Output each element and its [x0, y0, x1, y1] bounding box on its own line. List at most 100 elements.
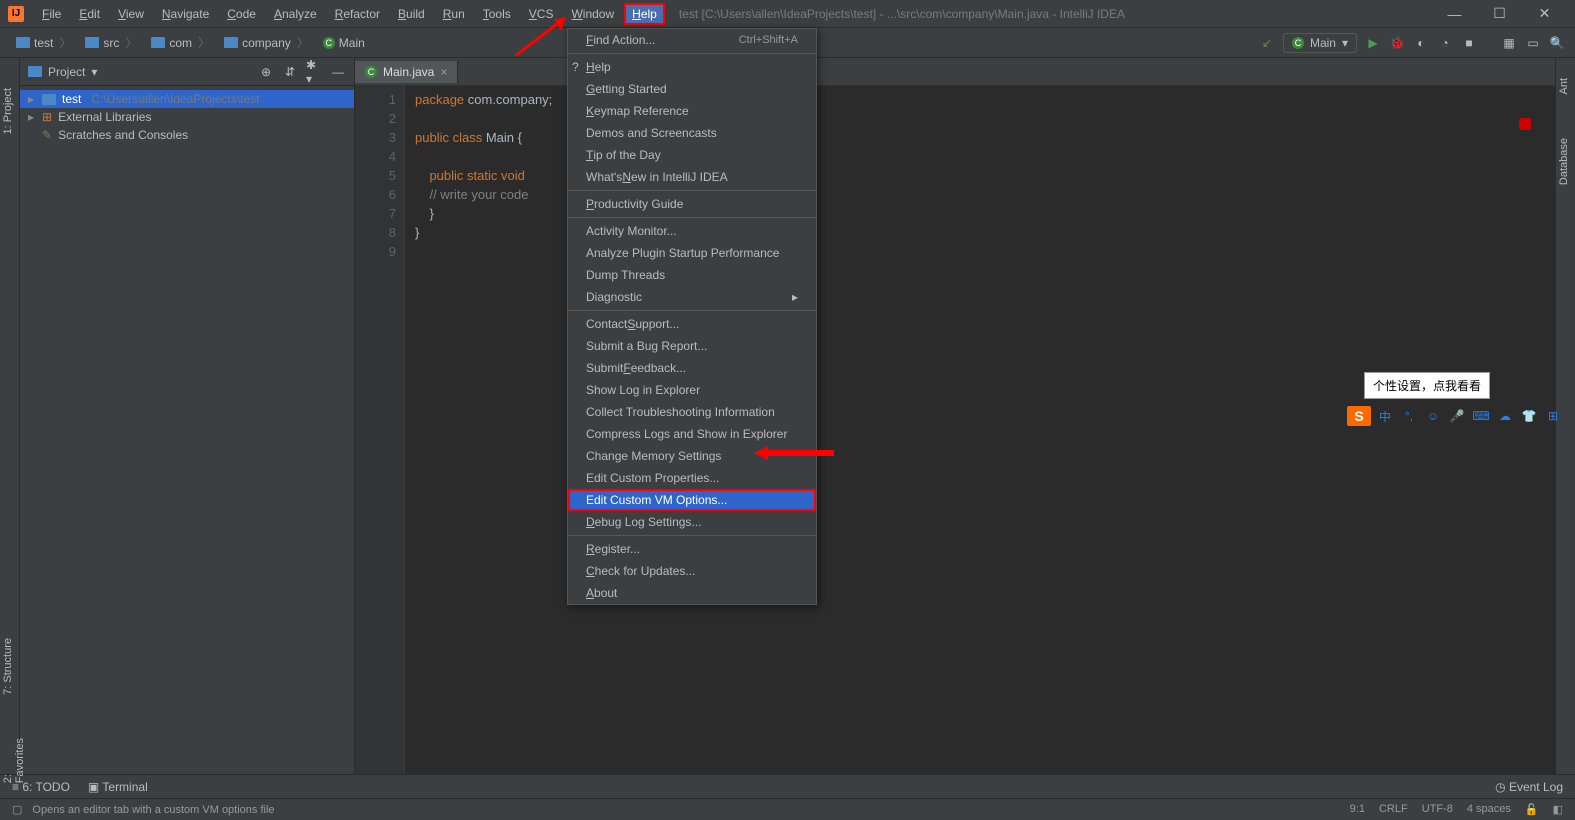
- collapse-icon[interactable]: ⇵: [282, 64, 298, 80]
- status-bar: ▢ Opens an editor tab with a custom VM o…: [0, 798, 1575, 820]
- ime-icon-6[interactable]: ☁: [1495, 406, 1515, 426]
- help-item-debug-log-settings[interactable]: Debug Log Settings...: [568, 511, 816, 533]
- file-encoding[interactable]: UTF-8: [1422, 803, 1453, 816]
- settings-icon[interactable]: ✱ ▾: [306, 64, 322, 80]
- code-content[interactable]: package com.company; public class Main {…: [405, 86, 552, 774]
- menu-help[interactable]: Help: [624, 3, 665, 25]
- help-item-about[interactable]: About: [568, 582, 816, 604]
- project-structure-icon[interactable]: ▭: [1525, 35, 1541, 51]
- project-tree[interactable]: ▸testC:\Users\allen\IdeaProjects\test▸⊞E…: [20, 86, 354, 148]
- menu-run[interactable]: Run: [435, 3, 473, 25]
- project-panel-title[interactable]: Project ▾: [28, 65, 97, 79]
- menu-vcs[interactable]: VCS: [521, 3, 562, 25]
- breadcrumb-main[interactable]: CMain: [317, 34, 371, 52]
- ime-icon-2[interactable]: °,: [1399, 406, 1419, 426]
- menu-refactor[interactable]: Refactor: [327, 3, 388, 25]
- search-everywhere-icon[interactable]: 🔍: [1549, 35, 1565, 51]
- tool-tab-terminal[interactable]: ▣ Terminal: [88, 780, 148, 794]
- status-hint: Opens an editor tab with a custom VM opt…: [32, 804, 274, 816]
- tool-tab-database[interactable]: Database: [1558, 138, 1570, 185]
- help-item-getting-started[interactable]: Getting Started: [568, 78, 816, 100]
- tool-tab-event-log[interactable]: ◷ Event Log: [1495, 780, 1563, 794]
- help-item-collect-troubleshooting-information[interactable]: Collect Troubleshooting Information: [568, 401, 816, 423]
- ime-icon-8[interactable]: ⊞: [1543, 406, 1563, 426]
- menu-code[interactable]: Code: [219, 3, 264, 25]
- ide-settings-icon[interactable]: ▦: [1501, 35, 1517, 51]
- tool-tab-ant[interactable]: Ant: [1558, 78, 1570, 95]
- menu-edit[interactable]: Edit: [71, 3, 108, 25]
- help-item-submit-feedback[interactable]: Submit Feedback...: [568, 357, 816, 379]
- help-item-help[interactable]: ?Help: [568, 56, 816, 78]
- help-item-demos-and-screencasts[interactable]: Demos and Screencasts: [568, 122, 816, 144]
- help-item-edit-custom-vm-options[interactable]: Edit Custom VM Options...: [568, 489, 816, 511]
- help-item-analyze-plugin-startup-performance[interactable]: Analyze Plugin Startup Performance: [568, 242, 816, 264]
- tree-row[interactable]: ▸⊞External Libraries: [20, 108, 354, 126]
- menu-view[interactable]: View: [110, 3, 152, 25]
- tool-tab-favorites[interactable]: 2: Favorites: [2, 738, 26, 783]
- help-item-activity-monitor[interactable]: Activity Monitor...: [568, 220, 816, 242]
- hide-panel-icon[interactable]: —: [330, 64, 346, 80]
- minimize-button[interactable]: —: [1432, 0, 1477, 28]
- help-item-tip-of-the-day[interactable]: Tip of the Day: [568, 144, 816, 166]
- breadcrumb-src[interactable]: src〉: [79, 32, 145, 53]
- ime-icon-7[interactable]: 👕: [1519, 406, 1539, 426]
- debug-button[interactable]: 🐞: [1389, 35, 1405, 51]
- ime-toolbar[interactable]: S中°,☺🎤⌨☁👕⊞: [1347, 406, 1563, 426]
- menu-window[interactable]: Window: [563, 3, 622, 25]
- editor-body[interactable]: 123456789 package com.company; public cl…: [355, 86, 1555, 774]
- help-item-contact-support[interactable]: Contact Support...: [568, 313, 816, 335]
- help-item-check-for-updates[interactable]: Check for Updates...: [568, 560, 816, 582]
- left-tool-stripe: 1: Project 7: Structure 2: Favorites: [0, 58, 20, 774]
- help-item-find-action[interactable]: Find Action...Ctrl+Shift+A: [568, 29, 816, 51]
- locate-icon[interactable]: ⊕: [258, 64, 274, 80]
- help-item-keymap-reference[interactable]: Keymap Reference: [568, 100, 816, 122]
- coverage-button[interactable]: ◐: [1413, 35, 1429, 51]
- menu-navigate[interactable]: Navigate: [154, 3, 217, 25]
- breadcrumb-com[interactable]: com〉: [145, 32, 218, 53]
- tree-row[interactable]: ▸testC:\Users\allen\IdeaProjects\test: [20, 90, 354, 108]
- help-item-register[interactable]: Register...: [568, 538, 816, 560]
- ime-icon-5[interactable]: ⌨: [1471, 406, 1491, 426]
- readonly-lock-icon[interactable]: 🔓: [1525, 803, 1539, 816]
- menu-build[interactable]: Build: [390, 3, 433, 25]
- ime-icon-1[interactable]: 中: [1375, 406, 1395, 426]
- help-item-edit-custom-properties[interactable]: Edit Custom Properties...: [568, 467, 816, 489]
- help-item-productivity-guide[interactable]: Productivity Guide: [568, 193, 816, 215]
- run-button[interactable]: ▶: [1365, 35, 1381, 51]
- help-item-submit-a-bug-report[interactable]: Submit a Bug Report...: [568, 335, 816, 357]
- caret-position[interactable]: 9:1: [1350, 803, 1365, 816]
- error-stripe-icon[interactable]: [1519, 118, 1531, 130]
- memory-indicator-icon[interactable]: ◧: [1553, 803, 1563, 816]
- run-config-selector[interactable]: C Main ▾: [1283, 33, 1357, 53]
- titlebar: IJ FileEditViewNavigateCodeAnalyzeRefact…: [0, 0, 1575, 28]
- ime-icon-3[interactable]: ☺: [1423, 406, 1443, 426]
- sync-icon[interactable]: ↙: [1259, 35, 1275, 51]
- help-item-change-memory-settings[interactable]: Change Memory Settings: [568, 445, 816, 467]
- help-item-diagnostic[interactable]: Diagnostic▸: [568, 286, 816, 308]
- profile-button[interactable]: ◔: [1437, 35, 1453, 51]
- tree-row[interactable]: ✎Scratches and Consoles: [20, 126, 354, 144]
- stop-button[interactable]: ■: [1461, 35, 1477, 51]
- menu-tools[interactable]: Tools: [475, 3, 519, 25]
- close-tab-icon[interactable]: ×: [440, 65, 447, 79]
- ime-icon-0[interactable]: S: [1347, 406, 1371, 426]
- ime-icon-4[interactable]: 🎤: [1447, 406, 1467, 426]
- help-item-what-s-new-in-intellij-idea[interactable]: What's New in IntelliJ IDEA: [568, 166, 816, 188]
- help-item-compress-logs-and-show-in-explorer[interactable]: Compress Logs and Show in Explorer: [568, 423, 816, 445]
- tool-windows-icon[interactable]: ▢: [12, 803, 22, 816]
- menu-analyze[interactable]: Analyze: [266, 3, 325, 25]
- line-separator[interactable]: CRLF: [1379, 803, 1408, 816]
- tool-tab-structure[interactable]: 7: Structure: [2, 638, 14, 695]
- breadcrumb-test[interactable]: test〉: [10, 32, 79, 53]
- close-button[interactable]: ✕: [1522, 0, 1567, 28]
- help-item-show-log-in-explorer[interactable]: Show Log in Explorer: [568, 379, 816, 401]
- menu-file[interactable]: File: [34, 3, 69, 25]
- help-item-dump-threads[interactable]: Dump Threads: [568, 264, 816, 286]
- project-panel: Project ▾ ⊕ ⇵ ✱ ▾ — ▸testC:\Users\allen\…: [20, 58, 355, 774]
- breadcrumb-company[interactable]: company〉: [218, 32, 317, 53]
- line-gutter: 123456789: [355, 86, 405, 774]
- tool-tab-project[interactable]: 1: Project: [2, 88, 14, 134]
- maximize-button[interactable]: ☐: [1477, 0, 1522, 28]
- editor-tab-main[interactable]: C Main.java ×: [355, 61, 458, 83]
- indent-setting[interactable]: 4 spaces: [1467, 803, 1511, 816]
